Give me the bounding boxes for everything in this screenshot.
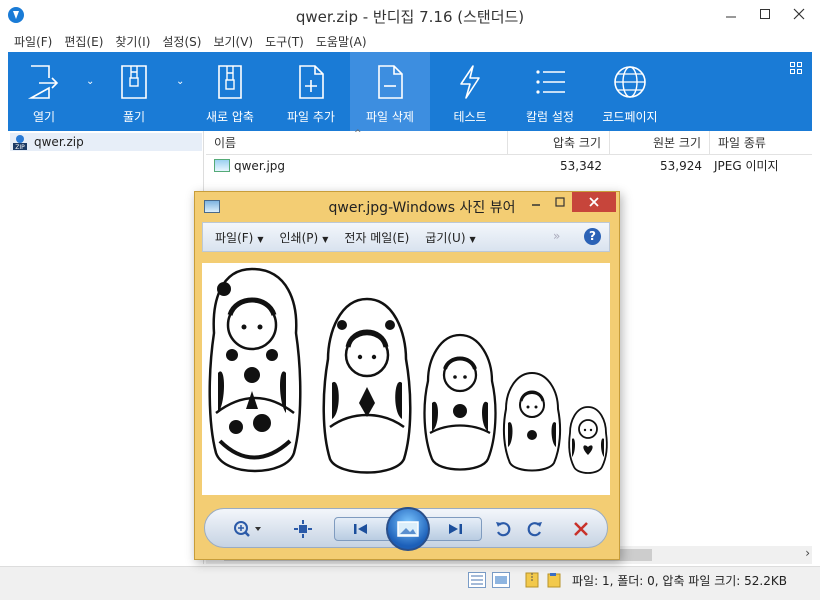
menu-file[interactable]: 파일(F) bbox=[8, 30, 58, 52]
folder-icon[interactable] bbox=[546, 572, 564, 588]
delete-file-button[interactable]: 파일 삭제 bbox=[350, 52, 430, 131]
viewer-menu-print[interactable]: 인쇄(P) ▼ bbox=[272, 229, 337, 246]
matryoshka-dolls-image bbox=[208, 267, 608, 474]
toolbar: 열기 ⌄ 풀기 ⌄ 새로 압축 파일 추가 파일 삭제 테스트 칼럼 설정 코드… bbox=[8, 52, 812, 131]
actual-size-icon[interactable] bbox=[289, 517, 317, 541]
file-original-size: 53,924 bbox=[660, 159, 702, 173]
minimize-button[interactable] bbox=[714, 0, 748, 28]
maximize-button[interactable] bbox=[748, 0, 782, 28]
sort-ascending-icon: ^ bbox=[354, 129, 362, 139]
menu-bar: 파일(F) 편집(E) 찾기(I) 설정(S) 보기(V) 도구(T) 도움말(… bbox=[0, 30, 820, 52]
slideshow-icon bbox=[397, 521, 419, 537]
extract-dropdown-chevron-icon[interactable]: ⌄ bbox=[176, 76, 184, 87]
add-file-icon bbox=[294, 64, 328, 100]
file-name: qwer.jpg bbox=[234, 159, 286, 173]
layout-grid-icon[interactable] bbox=[790, 62, 802, 77]
rotate-clockwise-icon[interactable] bbox=[523, 517, 547, 541]
file-type: JPEG 이미지 bbox=[714, 159, 779, 173]
globe-icon bbox=[612, 64, 648, 100]
viewer-menu-file[interactable]: 파일(F) ▼ bbox=[207, 229, 272, 246]
menu-find[interactable]: 찾기(I) bbox=[109, 30, 156, 52]
add-file-button[interactable]: 파일 추가 bbox=[274, 52, 348, 131]
column-header-packed-size[interactable]: 압축 크기 bbox=[508, 131, 610, 155]
thumbnail-view-icon[interactable] bbox=[492, 572, 510, 588]
status-bar: 파일: 1, 폴더: 0, 압축 파일 크기: 52.2KB bbox=[0, 566, 820, 600]
new-archive-button[interactable]: 새로 압축 bbox=[194, 52, 266, 131]
open-dropdown-chevron-icon[interactable]: ⌄ bbox=[86, 76, 94, 87]
list-header: 이름 ^ 압축 크기 원본 크기 파일 종류 bbox=[206, 129, 812, 155]
viewer-maximize-button[interactable] bbox=[548, 192, 572, 212]
archive-icon[interactable] bbox=[524, 572, 542, 588]
help-icon[interactable]: ? bbox=[584, 228, 601, 245]
svg-text:ZIP: ZIP bbox=[15, 144, 25, 150]
tree-item-label: qwer.zip bbox=[34, 135, 84, 149]
new-archive-icon bbox=[213, 64, 247, 100]
menu-help[interactable]: 도움말(A) bbox=[310, 30, 373, 52]
viewer-close-button[interactable] bbox=[572, 192, 616, 212]
table-row[interactable]: qwer.jpg 53,342 53,924 JPEG 이미지 bbox=[206, 155, 812, 177]
window-title: qwer.zip - 반디집 7.16 (스탠더드) bbox=[295, 8, 525, 26]
previous-icon[interactable] bbox=[347, 517, 375, 541]
displayed-image bbox=[202, 263, 610, 495]
column-header-original-size[interactable]: 원본 크기 bbox=[610, 131, 710, 155]
menu-edit[interactable]: 편집(E) bbox=[58, 30, 109, 52]
viewer-menu-bar: 파일(F) ▼ 인쇄(P) ▼ 전자 메일(E) 굽기(U) ▼ » ? bbox=[202, 222, 610, 252]
slideshow-button[interactable] bbox=[386, 507, 430, 551]
jpeg-file-icon bbox=[214, 159, 230, 172]
viewer-menu-email[interactable]: 전자 메일(E) bbox=[336, 229, 417, 246]
file-packed-size: 53,342 bbox=[560, 159, 602, 173]
scroll-right-arrow-icon[interactable]: › bbox=[805, 546, 810, 560]
viewer-controls bbox=[204, 507, 608, 551]
extract-button[interactable]: 풀기 bbox=[98, 52, 170, 131]
delete-icon[interactable] bbox=[569, 517, 593, 541]
menu-view[interactable]: 보기(V) bbox=[207, 30, 259, 52]
extract-icon bbox=[117, 64, 151, 100]
open-icon bbox=[27, 64, 61, 100]
more-chevron-icon[interactable]: » bbox=[553, 229, 560, 243]
details-view-icon[interactable] bbox=[468, 572, 486, 588]
column-header-file-type[interactable]: 파일 종류 bbox=[710, 131, 812, 155]
menu-tools[interactable]: 도구(T) bbox=[259, 30, 310, 52]
codepage-button[interactable]: 코드페이지 bbox=[592, 52, 668, 131]
menu-settings[interactable]: 설정(S) bbox=[156, 30, 207, 52]
title-bar: qwer.zip - 반디집 7.16 (스탠더드) bbox=[0, 0, 820, 30]
photo-viewer-window: qwer.jpg-Windows 사진 뷰어 파일(F) ▼ 인쇄(P) ▼ 전자 … bbox=[194, 191, 620, 560]
status-text: 파일: 1, 폴더: 0, 압축 파일 크기: 52.2KB bbox=[572, 574, 787, 588]
list-icon bbox=[533, 64, 567, 100]
tree-item-archive[interactable]: ZIP qwer.zip bbox=[10, 133, 202, 151]
rotate-counterclockwise-icon[interactable] bbox=[491, 517, 515, 541]
column-settings-button[interactable]: 칼럼 설정 bbox=[512, 52, 588, 131]
viewer-minimize-button[interactable] bbox=[524, 192, 548, 212]
zip-icon: ZIP bbox=[13, 135, 27, 150]
lightning-icon bbox=[453, 64, 487, 100]
delete-file-icon bbox=[373, 64, 407, 100]
folder-tree: ZIP qwer.zip bbox=[8, 131, 204, 564]
next-icon[interactable] bbox=[441, 517, 469, 541]
close-button[interactable] bbox=[782, 0, 816, 28]
zoom-icon[interactable] bbox=[229, 517, 265, 541]
viewer-menu-burn[interactable]: 굽기(U) ▼ bbox=[417, 229, 483, 246]
open-button[interactable]: 열기 bbox=[8, 52, 80, 131]
test-button[interactable]: 테스트 bbox=[432, 52, 508, 131]
